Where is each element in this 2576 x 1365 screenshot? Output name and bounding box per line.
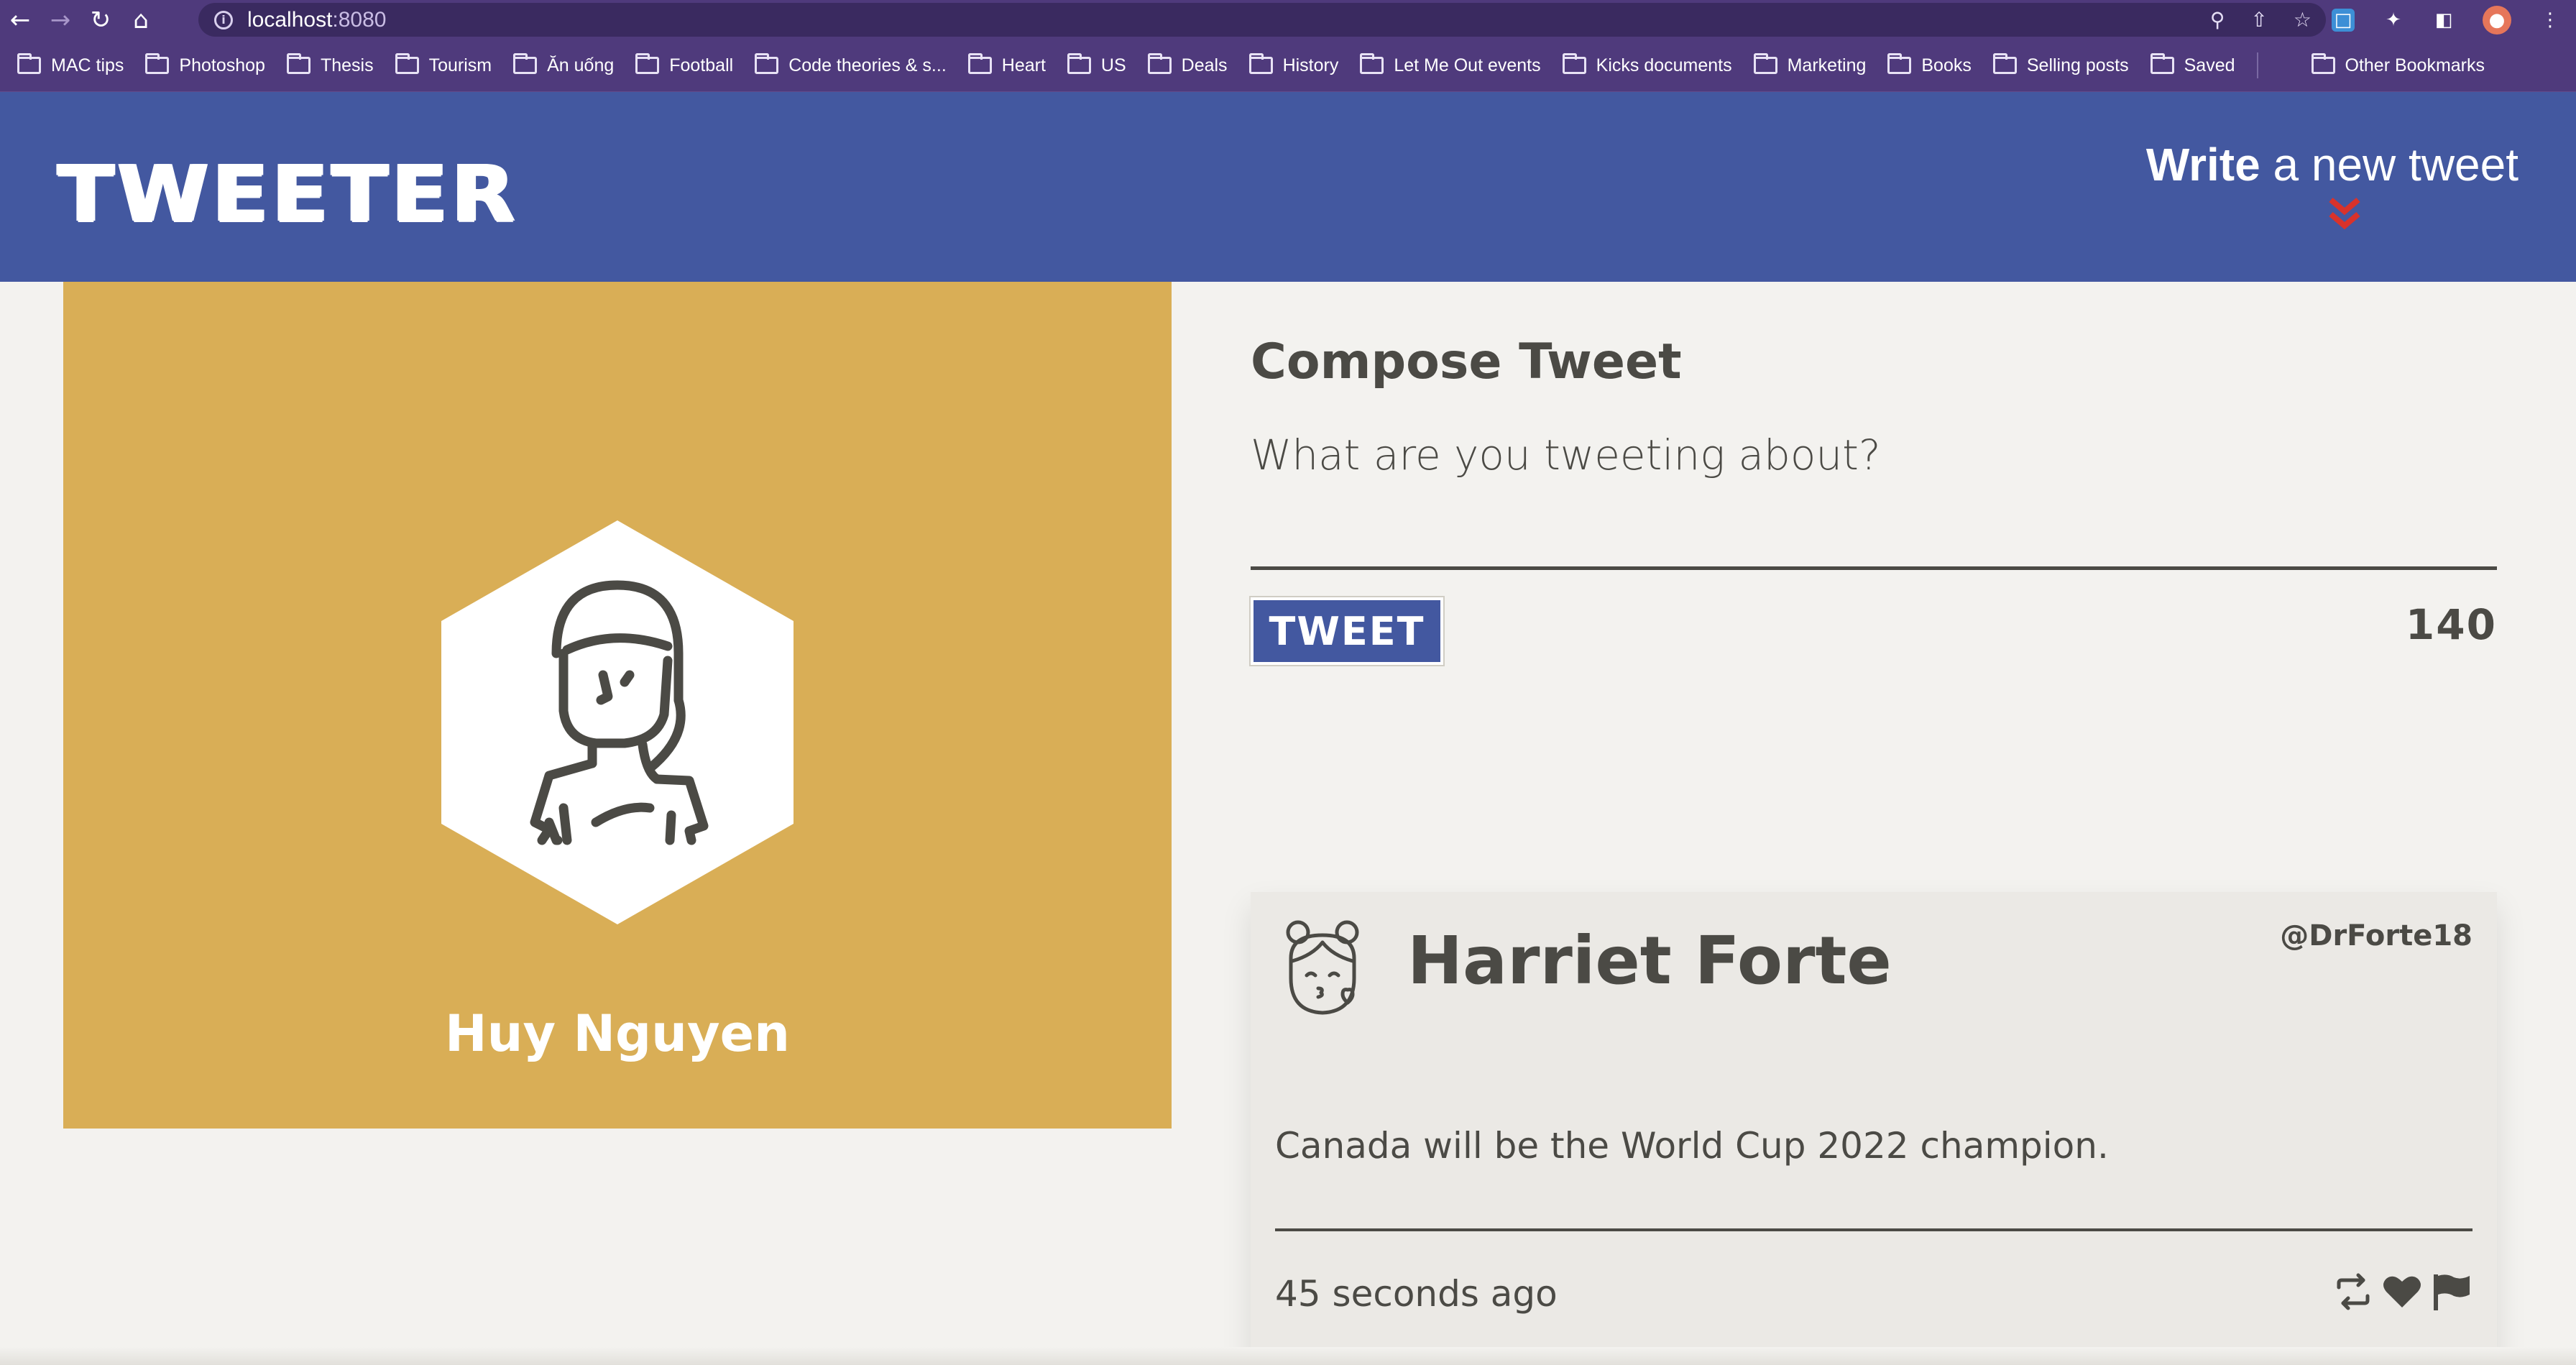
site-info-icon[interactable]: i <box>214 10 233 29</box>
url-text[interactable]: localhost:8080 <box>247 8 386 32</box>
side-panel-icon[interactable]: ◧ <box>2432 9 2455 32</box>
bookmark-folder[interactable]: Selling posts <box>1992 53 2129 76</box>
bookmark-folder[interactable]: Tourism <box>395 53 492 76</box>
other-bookmarks-folder[interactable]: Other Bookmarks <box>2311 53 2485 76</box>
address-bar[interactable]: i localhost:8080 ⚲ ⇧ ☆ <box>198 3 2326 37</box>
bookmark-folder[interactable]: Thesis <box>286 53 374 76</box>
folder-icon <box>145 53 170 74</box>
profile-card: Huy Nguyen <box>63 282 1172 1129</box>
bookmark-star-icon[interactable]: ☆ <box>2294 8 2312 32</box>
page-bottom-shade <box>0 1347 2576 1365</box>
bookmark-folder[interactable]: Ăn uống <box>513 53 614 76</box>
folder-icon <box>2150 53 2174 74</box>
tweet-actions <box>2332 1272 2472 1312</box>
folder-icon <box>1360 53 1384 74</box>
bookmark-folder[interactable]: Code theories & s... <box>755 53 947 76</box>
user-avatar-icon <box>441 520 794 924</box>
character-counter: 140 <box>2405 600 2497 649</box>
tweet-content: Canada will be the World Cup 2022 champi… <box>1275 1125 2109 1167</box>
folder-icon <box>1887 53 1912 74</box>
bookmark-folder[interactable]: US <box>1067 53 1126 76</box>
folder-icon <box>1147 53 1172 74</box>
bookmarks-bar: MAC tips Photoshop Thesis Tourism Ăn uốn… <box>0 40 2576 92</box>
home-icon[interactable]: ⌂ <box>121 0 161 40</box>
brand-logo: TWEETER <box>58 150 518 239</box>
reload-icon[interactable]: ↻ <box>80 0 121 40</box>
bookmark-folder[interactable]: Football <box>635 53 733 76</box>
tweet-author-avatar-icon <box>1286 920 1359 1015</box>
tweet-author-handle: @DrForte18 <box>2280 919 2472 952</box>
folder-icon <box>1562 53 1586 74</box>
flag-icon[interactable] <box>2429 1272 2472 1312</box>
extension-icon[interactable]: □ <box>2332 8 2355 32</box>
tweet-timestamp: 45 seconds ago <box>1275 1273 1558 1315</box>
folder-icon <box>1248 53 1273 74</box>
bookmark-folder[interactable]: Heart <box>967 53 1046 76</box>
folder-icon <box>286 53 310 74</box>
folder-icon <box>1067 53 1091 74</box>
folder-icon <box>1753 53 1777 74</box>
heart-icon[interactable] <box>2380 1272 2424 1312</box>
bookmark-folder[interactable]: Marketing <box>1753 53 1866 76</box>
puzzle-extensions-icon[interactable]: ✦ <box>2382 9 2405 32</box>
folder-icon <box>635 53 660 74</box>
tweet-card: Harriet Forte @DrForte18 Canada will be … <box>1251 892 2497 1365</box>
tweet-submit-button[interactable]: TWEET <box>1249 596 1445 666</box>
forward-arrow-icon[interactable]: → <box>40 0 80 40</box>
folder-icon <box>513 53 538 74</box>
bookmark-folder[interactable]: Kicks documents <box>1562 53 1732 76</box>
bookmark-folder[interactable]: Deals <box>1147 53 1228 76</box>
bookmark-folder[interactable]: Books <box>1887 53 1972 76</box>
folder-icon <box>395 53 419 74</box>
folder-icon <box>2311 53 2335 74</box>
share-icon[interactable]: ⇧ <box>2250 8 2267 32</box>
profile-avatar-icon[interactable]: ● <box>2483 5 2511 35</box>
zoom-icon[interactable]: ⚲ <box>2210 8 2225 32</box>
app-header: TWEETER Write a new tweet <box>0 92 2576 282</box>
tweet-textarea[interactable] <box>1251 426 2497 570</box>
double-chevron-down-icon[interactable] <box>2325 194 2364 233</box>
tweet-divider <box>1275 1228 2472 1231</box>
bookmark-folder[interactable]: History <box>1248 53 1338 76</box>
folder-icon <box>17 53 41 74</box>
write-new-tweet-toggle[interactable]: Write a new tweet <box>2146 138 2518 191</box>
folder-icon <box>755 53 779 74</box>
compose-title: Compose Tweet <box>1251 334 1682 390</box>
folder-icon <box>967 53 992 74</box>
back-arrow-icon[interactable]: ← <box>0 0 40 40</box>
menu-kebab-icon[interactable]: ⋮ <box>2539 9 2562 32</box>
retweet-icon[interactable] <box>2332 1272 2375 1312</box>
bookmark-folder[interactable]: Saved <box>2150 53 2235 76</box>
profile-name: Huy Nguyen <box>445 1004 790 1063</box>
bookmark-folder[interactable]: MAC tips <box>17 53 124 76</box>
compose-section: Compose Tweet TWEET 140 <box>1249 282 2497 666</box>
bookmark-folder[interactable]: Let Me Out events <box>1360 53 1541 76</box>
folder-icon <box>1992 53 2017 74</box>
bookmark-folder[interactable]: Photoshop <box>145 53 265 76</box>
browser-toolbar: ← → ↻ ⌂ i localhost:8080 ⚲ ⇧ ☆ □ ✦ ◧ ● ⋮ <box>0 0 2576 40</box>
bookmarks-separator <box>2256 52 2258 78</box>
tweet-author-name: Harriet Forte <box>1407 922 1892 999</box>
